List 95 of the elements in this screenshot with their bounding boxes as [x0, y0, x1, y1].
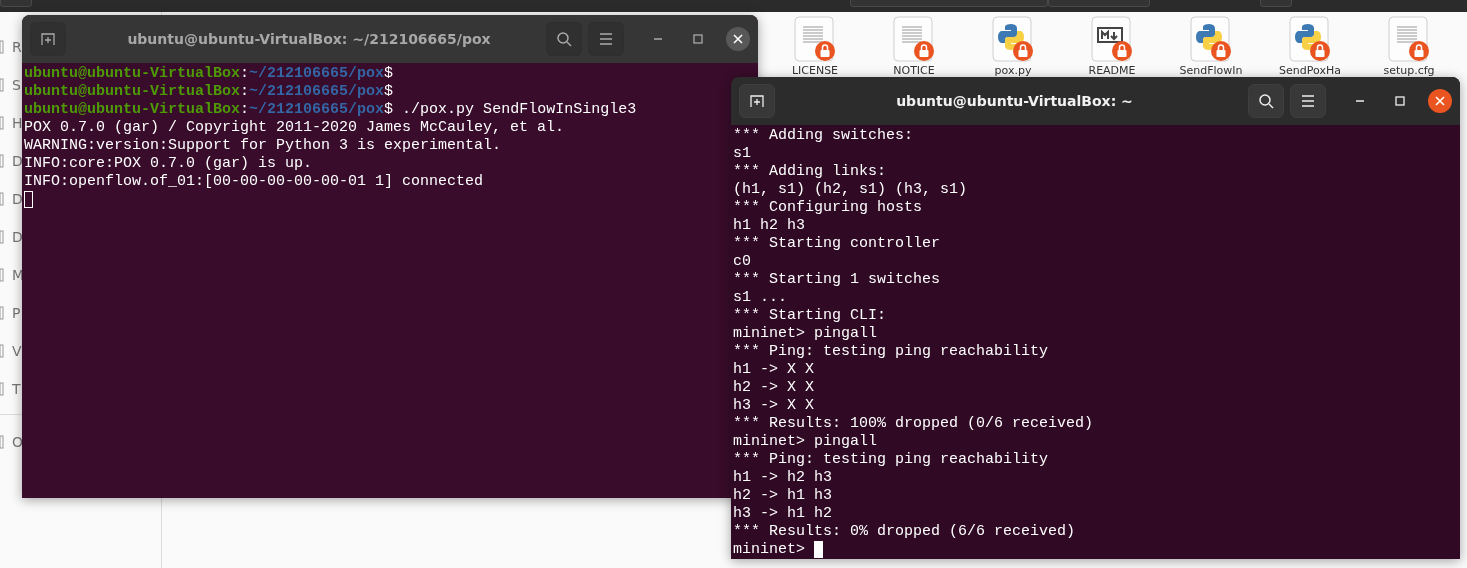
file-name: NOTICE — [893, 64, 935, 77]
file-icon[interactable] — [1188, 15, 1234, 63]
file-name: setup.cfg — [1383, 64, 1435, 77]
window-title: ubuntu@ubuntu-VirtualBox: ~ — [895, 93, 1134, 109]
menu-icon — [1301, 95, 1315, 107]
sidebar-item[interactable]: V — [12, 343, 22, 359]
output-line: h2 -> h1 h3 — [733, 487, 833, 505]
output-line: h1 h2 h3 — [733, 217, 805, 235]
menu-icon — [599, 33, 613, 45]
output-line: *** Results: 0% dropped (6/6 received) — [733, 523, 1076, 541]
command-text: ./pox.py SendFlowInSingle3 — [401, 101, 637, 119]
sidebar-item[interactable]: D — [12, 153, 23, 169]
output-line: h2 -> X X — [733, 379, 814, 397]
search-icon — [556, 31, 572, 47]
output-line: h1 -> h2 h3 — [733, 469, 833, 487]
prompt-separator: : — [240, 101, 250, 119]
file-name: SendFlowIn — [1179, 64, 1243, 77]
search-button[interactable] — [546, 22, 582, 56]
sidebar-icon — [0, 435, 4, 449]
file-name: pox.py — [994, 64, 1032, 77]
minimize-icon — [653, 38, 663, 40]
prompt-separator: : — [240, 65, 250, 83]
close-icon — [733, 34, 743, 44]
maximize-icon — [1395, 96, 1405, 106]
cli-prompt: mininet> — [733, 541, 806, 559]
output-line: h3 -> h1 h2 — [733, 505, 833, 523]
file-icon[interactable] — [1089, 15, 1135, 63]
file-name: LICENSE — [791, 64, 839, 77]
menu-button[interactable] — [588, 22, 624, 56]
output-line: *** Results: 100% dropped (0/6 received) — [733, 415, 1094, 433]
prompt-path: ~/212106665/pox — [249, 83, 385, 101]
sidebar-item[interactable]: O — [12, 434, 24, 450]
output-line: *** Adding switches: — [733, 127, 914, 145]
sidebar-icon — [0, 306, 4, 320]
output-line: h1 -> X X — [733, 361, 814, 379]
output-line: c0 — [733, 253, 751, 271]
prompt-separator: : — [240, 83, 250, 101]
prompt-path: ~/212106665/pox — [249, 65, 385, 83]
sidebar-item[interactable]: R — [12, 39, 22, 55]
sidebar-item[interactable]: T — [12, 381, 21, 397]
file-name: README — [1088, 64, 1136, 77]
output-line: *** Ping: testing ping reachability — [733, 451, 1049, 469]
output-line: WARNING:version:Support for Python 3 is experimental. — [24, 137, 502, 155]
output-line: *** Starting CLI: — [733, 307, 887, 325]
output-line: INFO:openflow.of_01:[00-00-00-00-00-01 1] connected — [24, 173, 484, 191]
search-button[interactable] — [1248, 84, 1284, 118]
output-line: s1 ... — [733, 289, 787, 307]
sidebar-item[interactable]: D — [12, 191, 23, 207]
prompt-symbol: $ — [384, 65, 394, 83]
output-line: *** Configuring hosts — [733, 199, 923, 217]
output-line: INFO:core:POX 0.7.0 (gar) is up. — [24, 155, 313, 173]
sidebar-icon — [0, 382, 4, 396]
sidebar-icon — [0, 40, 4, 54]
sidebar-item[interactable]: H — [12, 115, 23, 131]
sidebar-icon — [0, 268, 4, 282]
output-line: *** Starting 1 switches — [733, 271, 941, 289]
prompt-path: ~/212106665/pox — [249, 101, 385, 119]
output-line: *** Adding links: — [733, 163, 887, 181]
output-line: mininet> pingall — [733, 325, 878, 343]
output-line: *** Ping: testing ping reachability — [733, 343, 1049, 361]
sidebar-icon — [0, 116, 4, 130]
sidebar-item[interactable]: P — [12, 305, 21, 321]
output-line: mininet> pingall — [733, 433, 878, 451]
sidebar-icon — [0, 230, 4, 244]
sidebar-icon — [0, 192, 4, 206]
close-button[interactable] — [726, 27, 750, 51]
file-name: SendPoxHa — [1279, 64, 1341, 77]
sidebar-item[interactable]: D — [12, 229, 23, 245]
close-button[interactable] — [1428, 89, 1452, 113]
output-line: s1 — [733, 145, 751, 163]
file-icon[interactable] — [990, 15, 1036, 63]
maximize-icon — [693, 34, 703, 44]
new-tab-button[interactable] — [739, 84, 775, 118]
prompt-user-host: ubuntu@ubuntu-VirtualBox — [24, 65, 241, 83]
prompt-user-host: ubuntu@ubuntu-VirtualBox — [24, 83, 241, 101]
prompt-user-host: ubuntu@ubuntu-VirtualBox — [24, 101, 241, 119]
minimize-icon — [1355, 100, 1365, 102]
menu-button[interactable] — [1290, 84, 1326, 118]
new-tab-icon — [749, 93, 765, 109]
close-icon — [1435, 96, 1445, 106]
sidebar-item[interactable]: S — [12, 77, 21, 93]
output-line: h3 -> X X — [733, 397, 814, 415]
sidebar-icon — [0, 344, 4, 358]
file-icon[interactable] — [1287, 15, 1333, 63]
search-icon — [1258, 93, 1274, 109]
output-line: (h1, s1) (h2, s1) (h3, s1) — [733, 181, 968, 199]
sidebar-icon — [0, 78, 4, 92]
output-line: POX 0.7.0 (gar) / Copyright 2011-2020 James McCauley, et al. — [24, 119, 565, 137]
new-tab-button[interactable] — [30, 22, 66, 56]
window-title: ubuntu@ubuntu-VirtualBox: ~/212106665/pox — [126, 31, 492, 47]
prompt-symbol: $ — [384, 101, 394, 119]
output-line: *** Starting controller — [733, 235, 941, 253]
prompt-symbol: $ — [384, 83, 394, 101]
new-tab-icon — [40, 31, 56, 47]
sidebar-icon — [0, 154, 4, 168]
